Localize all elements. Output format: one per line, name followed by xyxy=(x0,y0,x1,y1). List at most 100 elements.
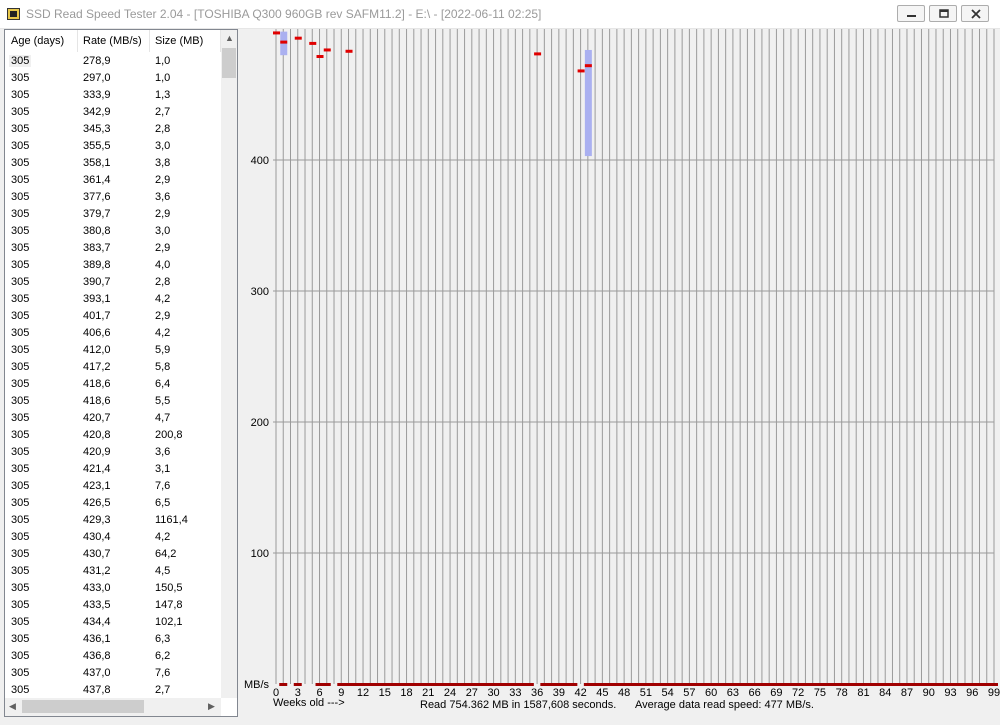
list-row[interactable]: 305 436,8 6,2 xyxy=(5,648,221,665)
window-title: SSD Read Speed Tester 2.04 - [TOSHIBA Q3… xyxy=(26,7,542,21)
list-row[interactable]: 305 417,2 5,8 xyxy=(5,359,221,376)
column-divider[interactable] xyxy=(149,30,150,52)
list-row[interactable]: 305 430,7 64,2 xyxy=(5,546,221,563)
cell-size: 7,6 xyxy=(155,667,171,679)
list-row[interactable]: 305 433,0 150,5 xyxy=(5,580,221,597)
cell-rate: 437,0 xyxy=(83,667,111,679)
list-row[interactable]: 305 420,7 4,7 xyxy=(5,410,221,427)
list-row[interactable]: 305 433,5 147,8 xyxy=(5,597,221,614)
list-row[interactable]: 305 380,8 3,0 xyxy=(5,223,221,240)
cell-rate: 417,2 xyxy=(83,361,111,373)
cell-age: 305 xyxy=(11,582,30,594)
cell-size: 3,6 xyxy=(155,191,171,203)
list-row[interactable]: 305 437,0 7,6 xyxy=(5,665,221,682)
zero-rate-mark xyxy=(591,683,600,686)
list-row[interactable]: 305 423,1 7,6 xyxy=(5,478,221,495)
cell-size: 4,2 xyxy=(155,531,171,543)
cell-age: 305 xyxy=(11,123,30,135)
cell-age: 305 xyxy=(11,412,30,424)
zero-rate-mark xyxy=(721,683,730,686)
rate-mean-mark xyxy=(577,69,585,73)
cell-rate: 436,1 xyxy=(83,633,111,645)
rate-mean-mark xyxy=(323,48,331,52)
cell-age: 305 xyxy=(11,259,30,271)
horizontal-scroll-thumb[interactable] xyxy=(22,700,144,713)
list-row[interactable]: 305 358,1 3,8 xyxy=(5,155,221,172)
column-header-rate[interactable]: Rate (MB/s) xyxy=(83,35,142,47)
x-tick-label: 90 xyxy=(923,687,935,699)
list-row[interactable]: 305 434,4 102,1 xyxy=(5,614,221,631)
close-icon xyxy=(971,9,981,19)
zero-rate-mark xyxy=(540,683,549,686)
list-row[interactable]: 305 401,7 2,9 xyxy=(5,308,221,325)
cell-age: 305 xyxy=(11,667,30,679)
column-header-size[interactable]: Size (MB) xyxy=(155,35,203,47)
list-row[interactable]: 305 429,3 1161,4 xyxy=(5,512,221,529)
y-axis-label: MB/s xyxy=(244,679,270,691)
cell-size: 4,2 xyxy=(155,293,171,305)
zero-rate-mark xyxy=(728,683,737,686)
cell-size: 2,8 xyxy=(155,123,171,135)
scroll-up-icon[interactable]: ▲ xyxy=(225,33,234,43)
list-row[interactable]: 305 406,6 4,2 xyxy=(5,325,221,342)
zero-rate-mark xyxy=(902,683,911,686)
horizontal-scrollbar[interactable]: ◀ ▶ xyxy=(5,698,221,716)
app-icon xyxy=(7,8,20,20)
cell-rate: 380,8 xyxy=(83,225,111,237)
cell-rate: 358,1 xyxy=(83,157,111,169)
close-button[interactable] xyxy=(961,5,989,22)
list-row[interactable]: 305 421,4 3,1 xyxy=(5,461,221,478)
results-list[interactable]: Age (days) Rate (MB/s) Size (MB) 305 278,… xyxy=(4,29,238,717)
cell-size: 6,5 xyxy=(155,497,171,509)
list-row[interactable]: 305 420,9 3,6 xyxy=(5,444,221,461)
list-row[interactable]: 305 361,4 2,9 xyxy=(5,172,221,189)
zero-rate-mark xyxy=(924,683,933,686)
minimize-button[interactable] xyxy=(897,5,925,22)
column-header-age[interactable]: Age (days) xyxy=(11,35,64,47)
list-row[interactable]: 305 379,7 2,9 xyxy=(5,206,221,223)
zero-rate-mark xyxy=(315,683,324,686)
list-row[interactable]: 305 393,1 4,2 xyxy=(5,291,221,308)
list-row[interactable]: 305 355,5 3,0 xyxy=(5,138,221,155)
cell-size: 2,7 xyxy=(155,106,171,118)
cell-age: 305 xyxy=(11,310,30,322)
cell-age: 305 xyxy=(9,55,32,67)
list-row[interactable]: 305 436,1 6,3 xyxy=(5,631,221,648)
cell-age: 305 xyxy=(11,497,30,509)
list-row[interactable]: 305 426,5 6,5 xyxy=(5,495,221,512)
list-row[interactable]: 305 418,6 6,4 xyxy=(5,376,221,393)
list-row[interactable]: 305 389,8 4,0 xyxy=(5,257,221,274)
cell-rate: 434,4 xyxy=(83,616,111,628)
list-row[interactable]: 305 418,6 5,5 xyxy=(5,393,221,410)
list-row[interactable]: 305 430,4 4,2 xyxy=(5,529,221,546)
zero-rate-mark xyxy=(612,683,621,686)
zero-rate-mark xyxy=(366,683,375,686)
list-row[interactable]: 305 390,7 2,8 xyxy=(5,274,221,291)
rate-mean-mark xyxy=(294,36,302,40)
vertical-scroll-thumb[interactable] xyxy=(222,48,236,78)
list-row[interactable]: 305 431,2 4,5 xyxy=(5,563,221,580)
zero-rate-mark xyxy=(881,683,890,686)
cell-age: 305 xyxy=(11,531,30,543)
scroll-right-icon[interactable]: ▶ xyxy=(208,701,215,712)
zero-rate-mark xyxy=(569,683,578,686)
vertical-scrollbar[interactable]: ▲ xyxy=(221,30,237,698)
list-row[interactable]: 305 345,3 2,8 xyxy=(5,121,221,138)
list-row[interactable]: 305 333,9 1,3 xyxy=(5,87,221,104)
rate-mean-mark xyxy=(273,31,280,35)
list-row[interactable]: 305 383,7 2,9 xyxy=(5,240,221,257)
list-row[interactable]: 305 420,8 200,8 xyxy=(5,427,221,444)
list-row[interactable]: 305 412,0 5,9 xyxy=(5,342,221,359)
zero-rate-mark xyxy=(322,683,331,686)
list-row[interactable]: 305 342,9 2,7 xyxy=(5,104,221,121)
scroll-left-icon[interactable]: ◀ xyxy=(9,701,16,712)
maximize-button[interactable] xyxy=(929,5,957,22)
y-tick-label: 100 xyxy=(251,548,269,560)
list-row[interactable]: 305 297,0 1,0 xyxy=(5,70,221,87)
column-divider[interactable] xyxy=(77,30,78,52)
zero-rate-mark xyxy=(605,683,614,686)
list-row[interactable]: 305 437,8 2,7 xyxy=(5,682,221,699)
list-row[interactable]: 305 377,6 3,6 xyxy=(5,189,221,206)
list-row[interactable]: 305 278,9 1,0 xyxy=(5,53,221,70)
cell-age: 305 xyxy=(11,106,30,118)
